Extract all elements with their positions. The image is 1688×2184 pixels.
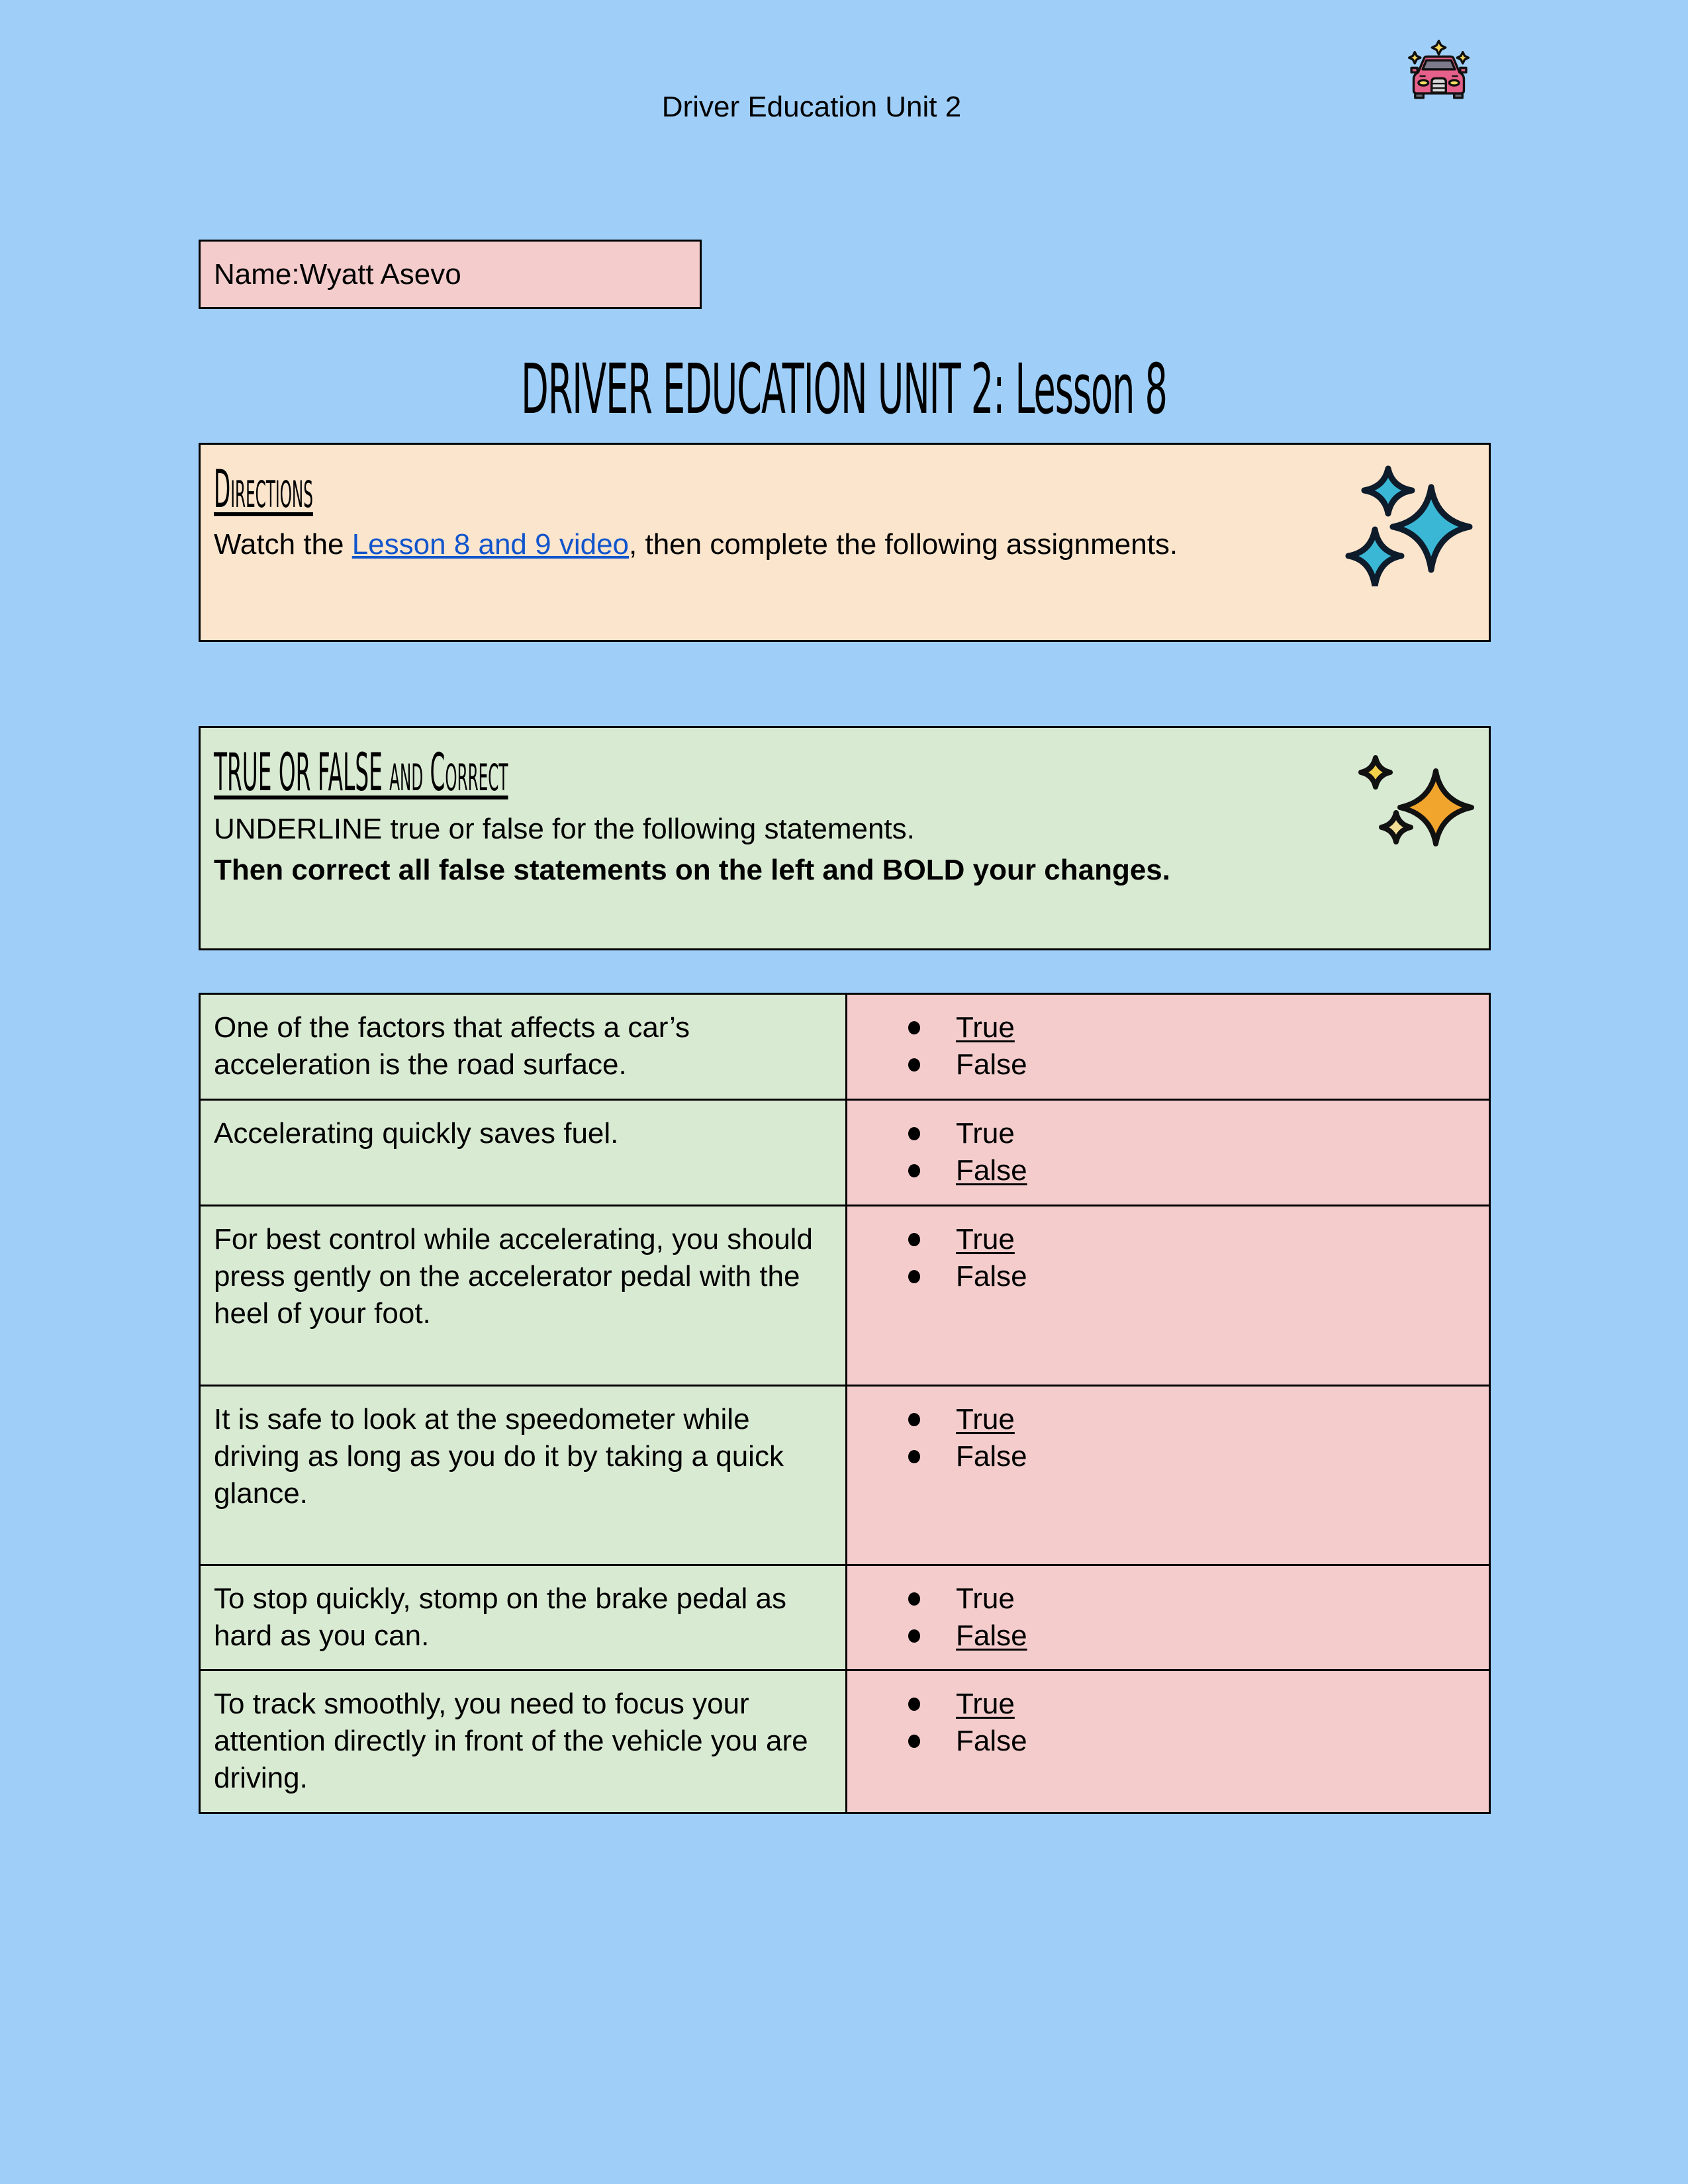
car-sparkle-icon (1408, 40, 1470, 99)
selected-answer-label[interactable]: True (956, 1686, 1015, 1723)
bullet-icon (908, 1698, 920, 1711)
selected-answer-label[interactable]: False (956, 1617, 1027, 1655)
name-label: Name: (214, 258, 300, 291)
statement-cell[interactable]: For best control while accelerating, you… (199, 1205, 847, 1387)
bullet-icon (908, 1021, 920, 1034)
answer-option-true[interactable]: True (861, 1686, 1476, 1723)
statement-text: Accelerating quickly saves fuel. (214, 1117, 619, 1150)
page-title: DRIVER EDUCATION UNIT 2: Lesson 8 (521, 349, 1168, 430)
question-row: To stop quickly, stomp on the brake peda… (199, 1564, 1491, 1671)
true-false-instruction-bold: Then correct all false statements on the… (214, 854, 1170, 886)
answer-option-true[interactable]: True (861, 1221, 1476, 1258)
answer-cell: True False (845, 1099, 1491, 1206)
true-false-panel: TRUE OR FALSE and Correct UNDERLINE true… (199, 726, 1491, 950)
question-row: It is safe to look at the speedometer wh… (199, 1385, 1491, 1566)
statement-cell[interactable]: One of the factors that affects a car’s … (199, 993, 847, 1101)
statement-cell[interactable]: Accelerating quickly saves fuel. (199, 1099, 847, 1206)
question-row: Accelerating quickly saves fuel. True Fals… (199, 1099, 1491, 1206)
bullet-icon (908, 1127, 920, 1140)
lesson-video-link[interactable]: Lesson 8 and 9 video (352, 528, 629, 561)
selected-answer-label[interactable]: False (956, 1152, 1027, 1189)
answer-label[interactable]: False (956, 1046, 1027, 1083)
statement-text: To stop quickly, stomp on the brake peda… (214, 1582, 787, 1652)
bullet-icon (908, 1413, 920, 1426)
gold-sparkles-icon (1358, 755, 1474, 846)
bullet-icon (908, 1270, 920, 1283)
answer-cell: True False (845, 1205, 1491, 1387)
statement-cell[interactable]: To stop quickly, stomp on the brake peda… (199, 1564, 847, 1671)
answer-option-false[interactable]: False (861, 1258, 1476, 1295)
directions-text-before: Watch the (214, 528, 352, 561)
true-false-instruction: UNDERLINE true or false for the followin… (214, 813, 915, 845)
directions-text: Watch the Lesson 8 and 9 video, then com… (214, 524, 1178, 565)
bullet-icon (908, 1164, 920, 1177)
selected-answer-label[interactable]: True (956, 1401, 1015, 1438)
bullet-icon (908, 1735, 920, 1748)
selected-answer-label[interactable]: True (956, 1221, 1015, 1258)
true-false-heading: TRUE OR FALSE and Correct (214, 743, 508, 803)
answer-label[interactable]: True (956, 1580, 1015, 1617)
directions-panel: Directions Watch the Lesson 8 and 9 vide… (199, 443, 1491, 642)
answer-cell: True False (845, 1385, 1491, 1566)
answer-cell: True False (845, 1669, 1491, 1814)
statement-text: To track smoothly, you need to focus you… (214, 1688, 808, 1794)
selected-answer-label[interactable]: True (956, 1009, 1015, 1046)
answer-option-false[interactable]: False (861, 1152, 1476, 1189)
question-row: To track smoothly, you need to focus you… (199, 1669, 1491, 1814)
answer-option-true[interactable]: True (861, 1401, 1476, 1438)
statement-cell[interactable]: It is safe to look at the speedometer wh… (199, 1385, 847, 1566)
bullet-icon (908, 1629, 920, 1643)
answer-option-false[interactable]: False (861, 1046, 1476, 1083)
bullet-icon (908, 1058, 920, 1071)
answer-option-true[interactable]: True (861, 1115, 1476, 1152)
bullet-icon (908, 1592, 920, 1606)
answer-option-false[interactable]: False (861, 1617, 1476, 1655)
bullet-icon (908, 1450, 920, 1463)
answer-option-true[interactable]: True (861, 1009, 1476, 1046)
statement-text: It is safe to look at the speedometer wh… (214, 1403, 784, 1510)
statement-cell[interactable]: To track smoothly, you need to focus you… (199, 1669, 847, 1814)
name-field[interactable]: Name:Wyatt Asevo (199, 240, 702, 309)
answer-cell: True False (845, 993, 1491, 1101)
answer-option-true[interactable]: True (861, 1580, 1476, 1617)
question-row: One of the factors that affects a car’s … (199, 993, 1491, 1101)
statement-text: One of the factors that affects a car’s … (214, 1011, 690, 1081)
question-row: For best control while accelerating, you… (199, 1205, 1491, 1387)
true-false-table: One of the factors that affects a car’s … (199, 993, 1491, 1814)
name-value[interactable]: Wyatt Asevo (300, 242, 461, 307)
directions-heading: Directions (214, 460, 313, 520)
bullet-icon (908, 1233, 920, 1246)
statement-text: For best control while accelerating, you… (214, 1223, 813, 1330)
answer-label[interactable]: False (956, 1723, 1027, 1760)
answer-cell: True False (845, 1564, 1491, 1671)
answer-label[interactable]: False (956, 1258, 1027, 1295)
answer-option-false[interactable]: False (861, 1438, 1476, 1475)
directions-text-after: , then complete the following assignment… (629, 528, 1178, 561)
blue-sparkles-icon (1345, 465, 1473, 586)
answer-label[interactable]: True (956, 1115, 1015, 1152)
answer-label[interactable]: False (956, 1438, 1027, 1475)
answer-option-false[interactable]: False (861, 1723, 1476, 1760)
